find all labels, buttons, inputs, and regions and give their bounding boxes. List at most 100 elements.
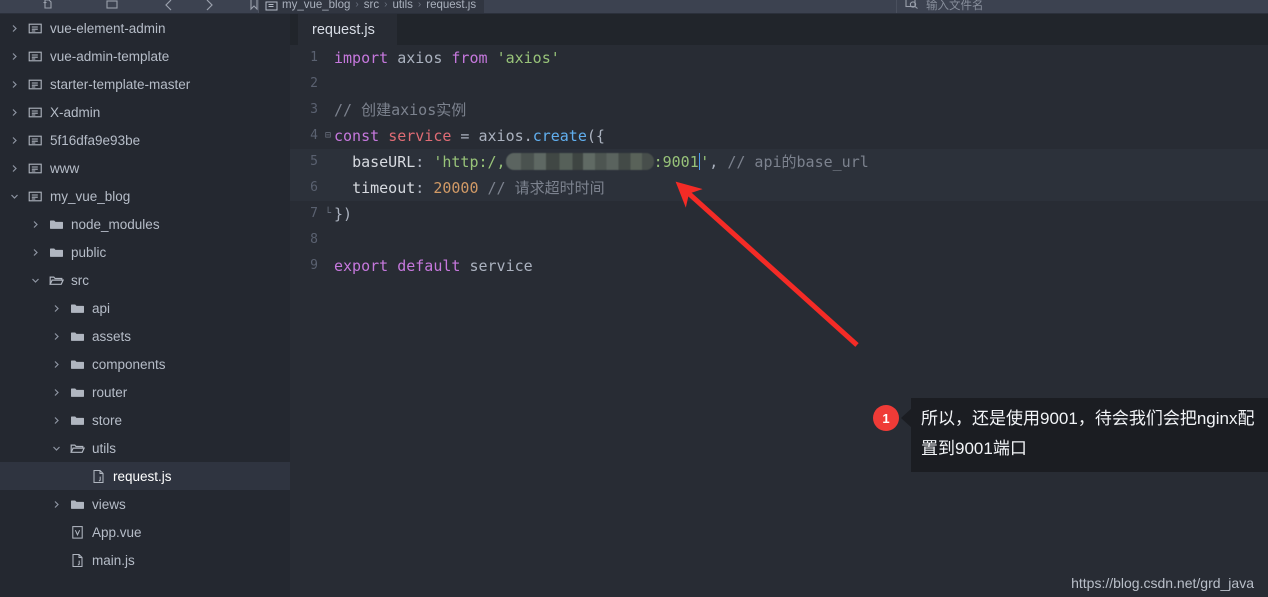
- code-line[interactable]: 7 └}): [290, 201, 1268, 227]
- sidebar-item-5f16dfa9e93be[interactable]: 5f16dfa9e93be: [0, 126, 290, 154]
- chevron-right-icon[interactable]: [8, 106, 21, 119]
- sidebar-item-my-vue-blog[interactable]: my_vue_blog: [0, 182, 290, 210]
- sidebar-item-views[interactable]: views: [0, 490, 290, 518]
- annotation-callout: 所以，还是使用9001，待会我们会把nginx配置到9001端口: [911, 398, 1268, 472]
- line-number: 9: [310, 258, 318, 273]
- breadcrumb[interactable]: my_vue_blog › src › utils › request.js: [258, 0, 485, 13]
- editor-tabbar[interactable]: request.js: [290, 14, 1268, 45]
- sidebar-item-utils[interactable]: utils: [0, 434, 290, 462]
- project-tree-sidebar[interactable]: vue-element-admin vue-admin-template start…: [0, 14, 290, 597]
- code-text: baseURL: 'http:/,:9001 ', // api的base_url: [334, 149, 869, 175]
- code-token: default: [397, 257, 461, 275]
- chevron-right-icon[interactable]: [8, 22, 21, 35]
- sidebar-item-router[interactable]: router: [0, 378, 290, 406]
- chevron-right-icon[interactable]: [50, 498, 63, 511]
- chevron-right-icon[interactable]: [50, 358, 63, 371]
- code-fold-marker[interactable]: ⊟: [322, 123, 334, 149]
- chevron-right-icon[interactable]: [50, 302, 63, 315]
- code-token: // 创建axios实例: [334, 101, 467, 119]
- breadcrumb-item-3[interactable]: request.js: [426, 0, 476, 11]
- sidebar-item-src[interactable]: src: [0, 266, 290, 294]
- module-folder-icon: [27, 132, 43, 148]
- code-token: create: [532, 127, 587, 145]
- folder-open-icon: [69, 440, 85, 456]
- code-line[interactable]: 9 export default service: [290, 253, 1268, 279]
- back-arrow-icon[interactable]: [160, 0, 178, 13]
- code-content[interactable]: 1 import axios from 'axios' 2 3 // 创建axios实例…: [290, 45, 1268, 279]
- sidebar-item-store[interactable]: store: [0, 406, 290, 434]
- sidebar-item-label: request.js: [113, 468, 172, 484]
- code-line[interactable]: 8: [290, 227, 1268, 253]
- code-line[interactable]: 3 // 创建axios实例: [290, 97, 1268, 123]
- sidebar-item-public[interactable]: public: [0, 238, 290, 266]
- code-line[interactable]: 6 timeout: 20000 // 请求超时时间: [290, 175, 1268, 201]
- sidebar-item-label: node_modules: [71, 216, 160, 232]
- redacted-host-block: [505, 153, 654, 170]
- js-file-icon: [69, 552, 85, 568]
- code-fold-marker[interactable]: └: [322, 201, 334, 227]
- sidebar-item-label: components: [92, 356, 166, 372]
- line-number: 6: [310, 180, 318, 195]
- code-token: .: [523, 127, 533, 145]
- chevron-right-icon[interactable]: [8, 162, 21, 175]
- breadcrumb-item-0[interactable]: my_vue_blog: [282, 0, 350, 11]
- sidebar-item-label: starter-template-master: [50, 76, 191, 92]
- sidebar-item-request-js[interactable]: request.js: [0, 462, 290, 490]
- chevron-right-icon[interactable]: [29, 246, 42, 259]
- js-file-icon: [90, 468, 106, 484]
- project-folder-icon: [265, 0, 278, 10]
- chevron-down-icon[interactable]: [29, 274, 42, 287]
- sidebar-item-vue-admin-template[interactable]: vue-admin-template: [0, 42, 290, 70]
- search-input-placeholder[interactable]: 输入文件名: [926, 0, 984, 13]
- sidebar-item-label: www: [50, 160, 80, 176]
- line-number: 8: [310, 232, 318, 247]
- sidebar-item-label: vue-admin-template: [50, 48, 170, 64]
- sidebar-item-assets[interactable]: assets: [0, 322, 290, 350]
- sidebar-item-vue-element-admin[interactable]: vue-element-admin: [0, 14, 290, 42]
- sidebar-item-main-js[interactable]: main.js: [0, 546, 290, 574]
- code-token: export: [334, 257, 389, 275]
- code-text: // 创建axios实例: [334, 97, 466, 123]
- new-file-icon[interactable]: [40, 0, 58, 13]
- tab-request-js[interactable]: request.js: [298, 14, 397, 45]
- chevron-right-icon[interactable]: [8, 134, 21, 147]
- forward-arrow-icon[interactable]: [200, 0, 218, 13]
- sidebar-item-components[interactable]: components: [0, 350, 290, 378]
- chevron-right-icon[interactable]: [50, 414, 63, 427]
- sidebar-item-node-modules[interactable]: node_modules: [0, 210, 290, 238]
- chevron-right-icon[interactable]: [50, 386, 63, 399]
- chevron-right-icon[interactable]: [29, 218, 42, 231]
- code-line[interactable]: 2: [290, 71, 1268, 97]
- chevron-right-icon[interactable]: [8, 78, 21, 91]
- window-icon[interactable]: [103, 0, 121, 13]
- sidebar-item-api[interactable]: api: [0, 294, 290, 322]
- search-file-icon[interactable]: [905, 0, 919, 13]
- sidebar-item-starter-template-master[interactable]: starter-template-master: [0, 70, 290, 98]
- code-line[interactable]: 5 baseURL: 'http:/,:9001 ', // api的base_u…: [290, 149, 1268, 175]
- folder-icon: [69, 328, 85, 344]
- chevron-right-icon[interactable]: [8, 50, 21, 63]
- sidebar-item-www[interactable]: www: [0, 154, 290, 182]
- tab-label: request.js: [312, 21, 375, 38]
- sidebar-item-label: main.js: [92, 552, 135, 568]
- sidebar-item-label: router: [92, 384, 128, 400]
- folder-icon: [48, 244, 64, 260]
- breadcrumb-item-2[interactable]: utils: [392, 0, 412, 11]
- code-editor[interactable]: request.js 1 import axios from 'axios' 2 3 /…: [290, 14, 1268, 597]
- breadcrumb-item-1[interactable]: src: [364, 0, 379, 11]
- sidebar-item-x-admin[interactable]: X-admin: [0, 98, 290, 126]
- code-token: timeout: [352, 179, 416, 197]
- file-search-box[interactable]: 输入文件名: [896, 0, 984, 13]
- sidebar-item-app-vue[interactable]: App.vue: [0, 518, 290, 546]
- sidebar-item-label: api: [92, 300, 111, 316]
- code-line[interactable]: 4 ⊟ const service = axios.create({: [290, 123, 1268, 149]
- chevron-down-icon[interactable]: [50, 442, 63, 455]
- code-text: import axios from 'axios': [334, 45, 560, 71]
- code-line[interactable]: 1 import axios from 'axios': [290, 45, 1268, 71]
- chevron-right-icon[interactable]: [50, 330, 63, 343]
- code-token: =: [451, 127, 479, 145]
- chevron-down-icon[interactable]: [8, 190, 21, 203]
- folder-icon: [69, 384, 85, 400]
- code-token: :9001: [653, 153, 699, 171]
